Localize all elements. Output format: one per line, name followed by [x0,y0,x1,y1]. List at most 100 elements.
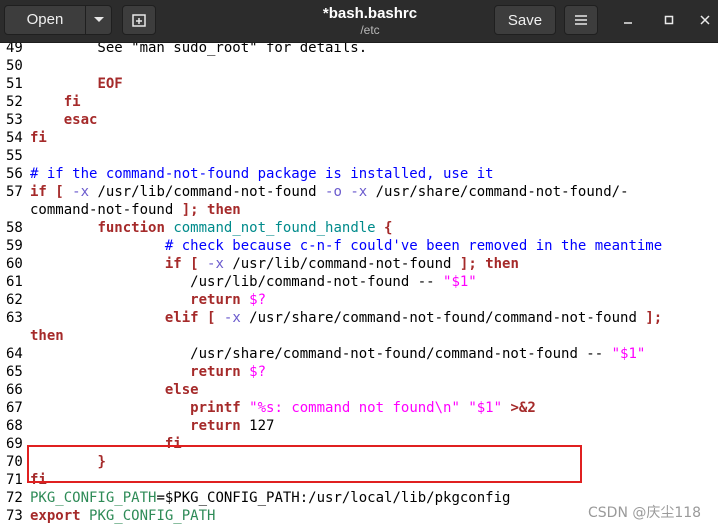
code-token: command-not-found [30,202,182,218]
close-icon[interactable] [697,12,713,28]
code-token: -x [223,310,241,326]
line-number: 69 [6,436,23,452]
line-number: 56 [6,166,23,182]
code-token: # check because c-n-f could've been remo… [164,238,663,254]
code-text: EOF [30,75,123,93]
maximize-icon[interactable] [661,12,677,28]
code-text: # if the command-not-found package is in… [30,165,494,183]
code-token: >&2 [510,400,536,416]
code-token: "$1" [468,400,503,416]
code-token: fi [30,130,47,146]
line-number: 67 [6,400,23,416]
code-text: # check because c-n-f could've been remo… [30,237,662,255]
line-number: 64 [6,346,23,362]
code-token: esac [63,112,98,128]
code-token: ]; [459,256,477,272]
code-token: /usr/lib/command-not-found [89,184,326,200]
code-token: then [207,202,241,218]
code-token: then [485,256,519,272]
code-token: -x [207,256,224,272]
code-text: elif [ -x /usr/share/command-not-found/c… [30,309,662,327]
code-token: function [97,220,165,236]
line-number: 52 [6,94,23,110]
save-button[interactable]: Save [494,5,556,35]
code-token: $? [249,364,267,380]
code-text: if [ -x /usr/lib/command-not-found -o -x… [30,183,629,201]
code-token: return [190,364,241,380]
code-text: return $? [30,363,266,381]
open-button[interactable]: Open [4,5,112,35]
code-token: /usr/share/command-not-found/command-not… [240,310,646,326]
code-token: "%s: command not found\n" [249,400,460,416]
line-number: 71 [6,472,23,488]
minimize-icon[interactable] [620,12,636,28]
code-token: return [190,292,241,308]
line-number: 73 [6,508,23,524]
code-token: See "man sudo_root" for details. [30,43,368,56]
code-token: if [30,184,47,200]
code-token: elif [164,310,199,326]
code-token: -o [325,184,342,200]
code-token: command_not_found_handle [173,220,376,236]
code-token: [ [190,256,199,272]
highlight-box [27,445,582,483]
code-token: then [30,328,64,344]
code-text: export PKG_CONFIG_PATH [30,507,215,525]
line-number: 58 [6,220,23,236]
code-text: PKG_CONFIG_PATH=$PKG_CONFIG_PATH:/usr/lo… [30,489,510,507]
code-token: -x [72,184,90,200]
header-bar: Open *bash.bashrc /etc Save [0,0,718,43]
code-token: PKG_CONFIG_PATH [30,490,157,506]
line-number: 70 [6,454,23,470]
line-number: 50 [6,58,23,74]
line-number: 54 [6,130,23,146]
code-token: $? [249,292,267,308]
code-token: fi [63,94,81,110]
line-number: 66 [6,382,23,398]
code-text: /usr/share/command-not-found/command-not… [30,345,645,363]
line-number: 53 [6,112,23,128]
code-token: printf [190,400,241,416]
line-number: 72 [6,490,23,506]
code-token: ]; [181,202,199,218]
code-token: PKG_CONFIG_PATH [89,508,216,524]
code-text: else [30,381,199,399]
code-token: "$1" [443,274,477,290]
code-token: [ [55,184,64,200]
code-text: return 127 [30,417,274,435]
watermark: CSDN @庆尘118 [588,505,702,521]
open-button-label: Open [26,11,64,28]
code-token: EOF [97,76,123,92]
code-text: printf "%s: command not found\n" "$1" >&… [30,399,536,417]
code-token: { [384,220,393,236]
hamburger-menu-icon[interactable] [564,5,598,35]
code-token: -x [350,184,368,200]
line-number: 61 [6,274,23,290]
code-text: fi [30,93,81,111]
line-number: 59 [6,238,23,254]
code-text: command-not-found ]; then [30,201,241,219]
new-tab-icon[interactable] [122,5,156,35]
chevron-down-icon[interactable] [86,6,112,34]
line-number: 60 [6,256,23,272]
line-number: 62 [6,292,23,308]
window-subtitle: /etc [360,23,380,37]
code-token: /usr/lib/command-not-found [223,256,460,272]
code-text: if [ -x /usr/lib/command-not-found ]; th… [30,255,519,273]
